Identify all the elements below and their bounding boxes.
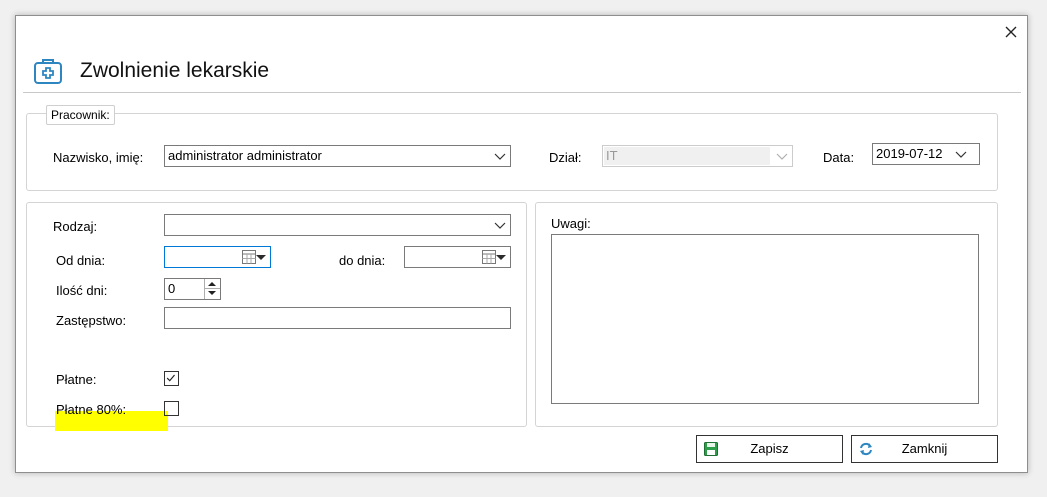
dialog-window: Zwolnienie lekarskie Pracownik: Nazwisko… <box>15 15 1028 473</box>
department-combobox: IT <box>602 145 793 167</box>
paid-label: Płatne: <box>56 372 97 387</box>
close-icon[interactable] <box>1000 21 1022 43</box>
chevron-down-icon[interactable] <box>494 151 506 161</box>
substitute-label: Zastępstwo: <box>56 313 127 328</box>
days-spinner[interactable] <box>204 279 220 299</box>
from-date-label: Od dnia: <box>56 253 106 268</box>
dialog-title: Zwolnienie lekarskie <box>80 59 270 82</box>
chevron-down-icon <box>776 153 788 160</box>
days-value: 0 <box>168 281 176 296</box>
close-button[interactable]: Zamknij <box>851 435 998 463</box>
notes-label: Uwagi: <box>551 216 591 231</box>
title-divider <box>23 92 1021 93</box>
type-label: Rodzaj: <box>53 219 98 234</box>
days-stepper[interactable]: 0 <box>164 278 221 300</box>
department-value: IT <box>606 148 618 163</box>
name-value: administrator administrator <box>168 148 322 163</box>
from-date-picker[interactable] <box>164 246 271 268</box>
calendar-icon[interactable] <box>242 250 256 264</box>
date-label: Data: <box>823 150 855 165</box>
chevron-down-icon[interactable] <box>494 220 506 230</box>
date-picker[interactable]: 2019-07-12 <box>872 143 980 165</box>
chevron-down-icon[interactable] <box>955 149 967 159</box>
to-date-picker[interactable] <box>404 246 511 268</box>
save-button-label: Zapisz <box>750 441 789 456</box>
to-date-label: do dnia: <box>339 253 386 268</box>
dropdown-arrow-icon[interactable] <box>256 255 266 260</box>
close-button-label: Zamknij <box>901 441 948 456</box>
days-label: Ilość dni: <box>56 283 108 298</box>
name-combobox[interactable]: administrator administrator <box>164 145 511 167</box>
department-label: Dział: <box>549 150 582 165</box>
dropdown-arrow-icon[interactable] <box>496 255 506 260</box>
medical-kit-icon <box>34 59 62 84</box>
substitute-input[interactable] <box>164 307 511 329</box>
spin-down-icon[interactable] <box>205 289 220 299</box>
employee-group-legend: Pracownik: <box>46 105 115 125</box>
department-fill <box>604 147 770 165</box>
name-label: Nazwisko, imię: <box>53 150 144 165</box>
calendar-icon[interactable] <box>482 250 496 264</box>
type-combobox[interactable] <box>164 214 511 236</box>
paid-checkbox[interactable] <box>164 371 179 386</box>
save-button[interactable]: Zapisz <box>696 435 843 463</box>
notes-textarea[interactable] <box>551 234 979 404</box>
date-value: 2019-07-12 <box>876 146 943 161</box>
checkmark-icon <box>166 374 175 382</box>
paid80-checkbox[interactable] <box>164 401 179 416</box>
spin-up-icon[interactable] <box>205 279 220 289</box>
paid80-label: Płatne 80%: <box>56 402 127 417</box>
